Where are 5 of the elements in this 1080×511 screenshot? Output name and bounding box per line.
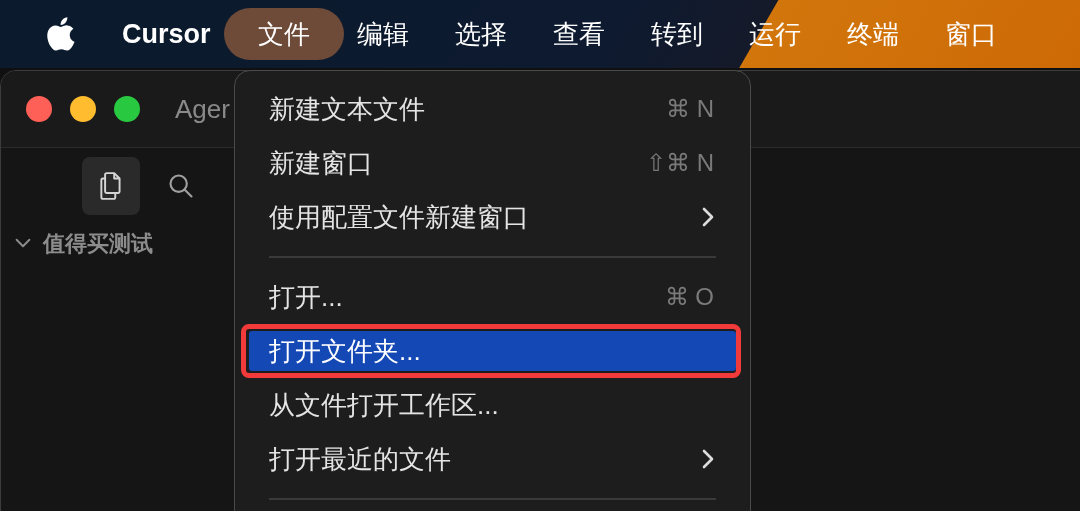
shortcut-label: ⌘ N (666, 94, 714, 124)
shortcut-label: ⇧⌘ N (646, 148, 714, 178)
folder-name: 值得买测试 (43, 229, 153, 258)
window-title: Ager (175, 92, 230, 126)
shortcut-label: ⌘ O (664, 282, 714, 312)
